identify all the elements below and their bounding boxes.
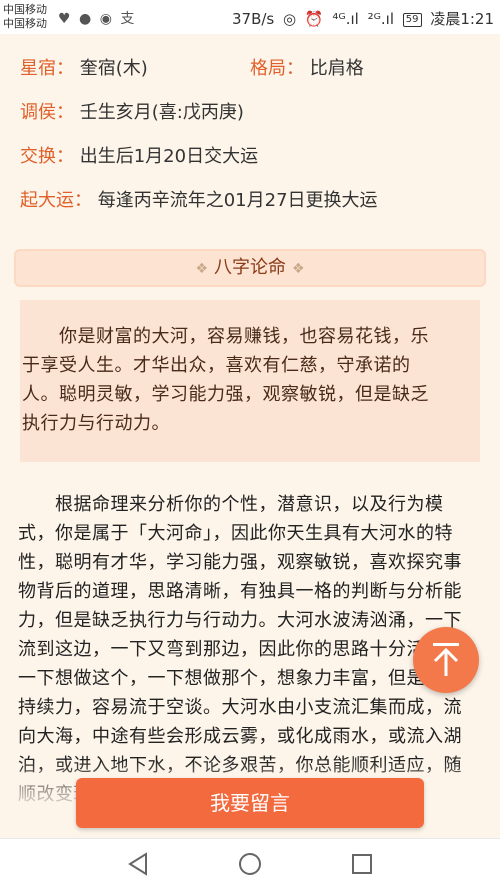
back-icon[interactable]: [126, 851, 152, 877]
status-right: 37B/s ◎ ⏰ ⁴ᴳ.ıl ²ᴳ.ıl 59 凌晨1:21: [228, 8, 494, 29]
status-bar: 中国移动 中国移动 ♥ ● ◉ 支 37B/s ◎ ⏰ ⁴ᴳ.ıl ²ᴳ.ıl …: [0, 0, 500, 34]
battery-icon: 59: [402, 13, 422, 27]
diamond-icon: ❖: [195, 261, 208, 277]
info-value: 比肩格: [309, 58, 364, 79]
top-bar-icon: [433, 643, 459, 646]
alarm-icon: ⏰: [304, 10, 324, 28]
recent-apps-icon[interactable]: [349, 851, 375, 877]
info-value: 壬生亥月(喜:戊丙庚): [79, 102, 244, 123]
diamond-icon: ❖: [292, 261, 305, 277]
scroll-top-button[interactable]: [413, 627, 479, 693]
leave-message-button[interactable]: 我要留言: [76, 778, 424, 828]
section-header-bazi: ❖ 八字论命 ❖: [14, 249, 486, 287]
info-label: 起大运：: [20, 190, 92, 211]
summary-text: 你是财富的大河，容易赚钱，也容易花钱，乐于享受人生。才华出众，喜欢有仁慈，守承诺…: [22, 326, 429, 434]
signal-2-icon: ²ᴳ.ıl: [367, 10, 395, 28]
info-value: 每逢丙辛流年之01月27日更换大运: [97, 190, 378, 211]
heart-icon: ♥: [58, 11, 73, 27]
clock: 凌晨1:21: [430, 10, 494, 28]
info-value: 出生后1月20日交大运: [79, 146, 259, 167]
info-label: 交换：: [20, 146, 74, 167]
home-icon[interactable]: [237, 851, 263, 877]
section-title: 八字论命: [214, 257, 286, 278]
network-speed: 37B/s: [231, 10, 275, 28]
carrier-1: 中国移动: [3, 3, 47, 16]
info-label: 星宿：: [20, 58, 74, 79]
info-label: 调侯：: [20, 102, 74, 123]
info-row-tiaohou: 调侯： 壬生亥月(喜:戊丙庚): [20, 98, 244, 128]
arrow-up-icon: [433, 647, 459, 676]
info-row-qidayun: 起大运： 每逢丙辛流年之01月27日更换大运: [20, 186, 378, 216]
wechat-icon: ◉: [99, 11, 114, 27]
info-row-jiaohuan: 交换： 出生后1月20日交大运: [20, 142, 258, 172]
carrier-2: 中国移动: [3, 17, 47, 30]
message-icon: ●: [79, 11, 94, 27]
eye-icon: ◎: [283, 10, 297, 28]
info-row-xingxiu: 星宿： 奎宿(木): [20, 54, 148, 84]
info-row-geju: 格局： 比肩格: [250, 54, 364, 84]
info-value: 奎宿(木): [79, 58, 148, 79]
alipay-icon: 支: [120, 11, 137, 27]
system-nav-bar: [0, 838, 500, 889]
notification-icons: ♥ ● ◉ 支: [58, 8, 136, 28]
signal-1-icon: ⁴ᴳ.ıl: [332, 10, 359, 28]
info-label: 格局：: [250, 58, 304, 79]
